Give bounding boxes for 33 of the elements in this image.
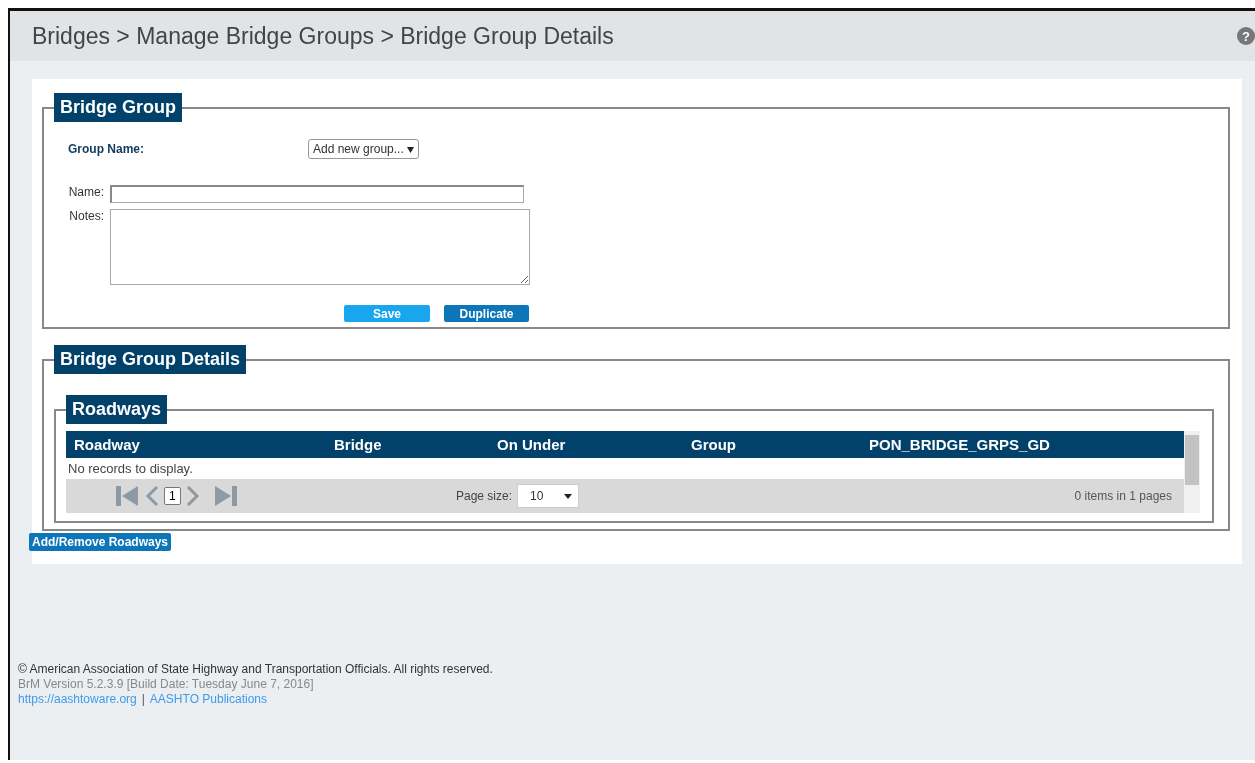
name-field[interactable]: [110, 185, 524, 203]
page-size-dropdown[interactable]: 10: [517, 484, 580, 508]
empty-message: No records to display.: [67, 460, 194, 478]
add-remove-roadways-button[interactable]: Add/Remove Roadways: [29, 533, 172, 551]
column-header[interactable]: On Under: [497, 436, 691, 453]
page-size-label: Page size:: [456, 489, 513, 503]
duplicate-button[interactable]: Duplicate: [444, 305, 529, 322]
copyright-text: © American Association of State Highway and Transportation Officials. All rights reserved.: [18, 662, 494, 677]
column-header[interactable]: PON_BRIDGE_GRPS_GD: [869, 436, 1184, 453]
column-header[interactable]: Bridge: [334, 436, 497, 453]
field-label: Group Name:: [68, 142, 145, 156]
column-header[interactable]: Roadway: [74, 436, 334, 453]
items-summary: 0 items in 1 pages: [1074, 489, 1172, 503]
next-page-icon[interactable]: [184, 485, 201, 507]
field-label: Notes:: [68, 209, 105, 225]
first-page-icon[interactable]: [116, 486, 140, 506]
breadcrumb: Bridges > Manage Bridge Groups > Bridge Group Details: [32, 22, 614, 50]
section-title: Bridge Group: [54, 93, 182, 122]
group-dropdown[interactable]: Add new group...: [308, 139, 420, 159]
section-title: Roadways: [66, 395, 168, 424]
scrollbar[interactable]: [1184, 431, 1200, 513]
caret-icon: [407, 147, 415, 153]
section-title: Bridge Group Details: [54, 345, 247, 374]
field-label: Name:: [67, 185, 105, 201]
caret-icon: [564, 493, 573, 499]
last-page-icon[interactable]: [212, 486, 237, 506]
help-icon[interactable]: ?: [1237, 27, 1255, 45]
column-header[interactable]: Group: [691, 436, 869, 453]
notes-field[interactable]: [110, 209, 530, 285]
version-text: BrM Version 5.2.3.9 [Build Date: Tuesday June 7, 2016]: [18, 677, 315, 692]
previous-page-icon[interactable]: [144, 485, 160, 507]
separator: |: [141, 692, 145, 706]
page-number[interactable]: 1: [164, 487, 181, 505]
